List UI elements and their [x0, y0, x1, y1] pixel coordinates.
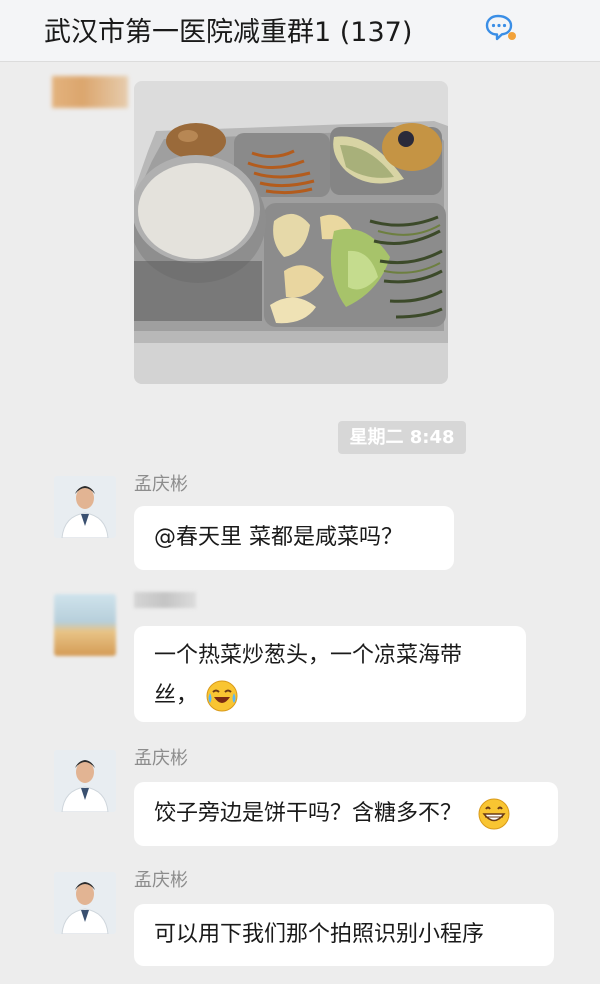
message-text: 饺子旁边是饼干吗？含糖多不？ — [154, 801, 463, 826]
sender-name-blurred — [134, 592, 196, 608]
doctor-avatar-icon — [54, 476, 116, 538]
avatar-blurred[interactable] — [54, 594, 116, 656]
blurred-avatar — [52, 76, 128, 108]
message-text: @春天里 菜都是咸菜吗？ — [154, 525, 403, 550]
avatar-doctor[interactable] — [54, 476, 116, 538]
doctor-avatar-icon — [54, 750, 116, 812]
crying-laughing-emoji-icon — [206, 680, 238, 712]
avatar-doctor[interactable] — [54, 750, 116, 812]
message-bubble[interactable]: @春天里 菜都是咸菜吗？ — [134, 506, 454, 570]
message-bubble[interactable]: 饺子旁边是饼干吗？含糖多不？ — [134, 782, 558, 846]
chat-title[interactable]: 武汉市第一医院减重群1 (137) — [44, 10, 412, 49]
avatar-doctor[interactable] — [54, 872, 116, 934]
meal-tray-image — [134, 81, 448, 384]
sender-name: 孟庆彬 — [134, 748, 188, 769]
message-bubble[interactable]: 可以用下我们那个拍照识别小程序 — [134, 904, 554, 966]
grinning-emoji-icon — [478, 798, 510, 830]
meal-photo[interactable] — [134, 81, 448, 384]
message-text-line: 丝， — [154, 683, 199, 708]
sender-name: 孟庆彬 — [134, 474, 188, 495]
group-chat-icon[interactable] — [484, 13, 518, 43]
message-bubble[interactable]: 一个热菜炒葱头，一个凉菜海带 丝， — [134, 626, 526, 722]
doctor-avatar-icon — [54, 872, 116, 934]
sender-name: 孟庆彬 — [134, 870, 188, 891]
message-text: 可以用下我们那个拍照识别小程序 — [154, 922, 485, 947]
chat-header: 武汉市第一医院减重群1 (137) — [0, 0, 600, 62]
timestamp-badge: 星期二 8:48 — [338, 421, 466, 454]
message-text-line: 一个热菜炒葱头，一个凉菜海带 — [154, 643, 463, 668]
